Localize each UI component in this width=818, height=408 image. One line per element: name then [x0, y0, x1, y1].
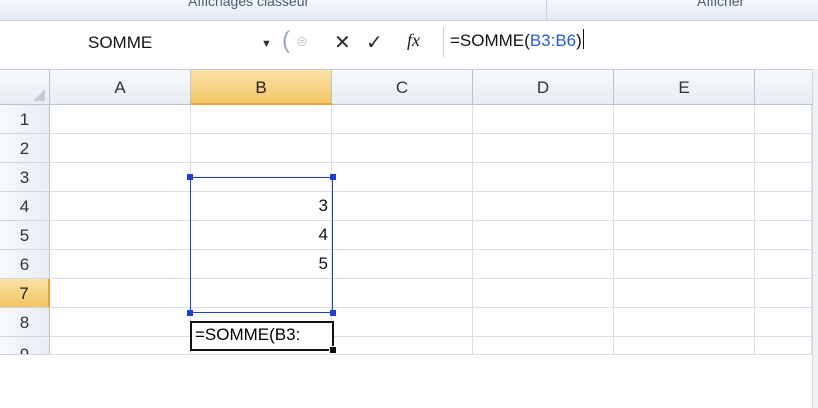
cell-f4[interactable]: [755, 192, 812, 221]
cell-d2[interactable]: [473, 134, 614, 163]
cell-e8[interactable]: [614, 308, 755, 337]
select-all-button[interactable]: [0, 70, 50, 105]
worksheet-grid: A B C D E 1 2 3 4 5 6 7 8 9 3 4 5 =SOMME…: [0, 69, 818, 408]
select-all-icon: [33, 89, 45, 101]
column-header-f[interactable]: [755, 70, 812, 105]
row-header-8[interactable]: 8: [0, 308, 50, 337]
cell-a8[interactable]: [50, 308, 191, 337]
cell-e2[interactable]: [614, 134, 755, 163]
x-icon[interactable]: ✕: [334, 30, 351, 55]
cell-c4[interactable]: [332, 192, 473, 221]
cell-a2[interactable]: [50, 134, 191, 163]
cell-d5[interactable]: [473, 221, 614, 250]
cell-b4[interactable]: 3: [191, 192, 332, 221]
cell-b6[interactable]: 5: [191, 250, 332, 279]
cell-c7[interactable]: [332, 279, 473, 308]
column-header-a[interactable]: A: [50, 70, 191, 105]
range-handle-bottom-left[interactable]: [187, 310, 193, 316]
range-handle-top-left[interactable]: [187, 174, 193, 180]
name-box-value: SOMME: [88, 33, 153, 52]
column-header-b[interactable]: B: [191, 70, 332, 105]
fill-handle[interactable]: [329, 346, 337, 354]
cell-f7[interactable]: [755, 279, 812, 308]
formula-suffix: ): [576, 31, 582, 50]
cell-f5[interactable]: [755, 221, 812, 250]
chevron-down-icon[interactable]: ▼: [261, 38, 272, 50]
range-handle-bottom-right[interactable]: [330, 310, 336, 316]
cell-f8[interactable]: [755, 308, 812, 337]
cell-f9[interactable]: [755, 337, 812, 355]
column-header-d[interactable]: D: [473, 70, 614, 105]
active-cell-content: =SOMME(B3:: [195, 325, 301, 344]
cell-e6[interactable]: [614, 250, 755, 279]
cell-e3[interactable]: [614, 163, 755, 192]
cell-c1[interactable]: [332, 105, 473, 134]
ribbon: Affichages classeur Afficher: [0, 0, 818, 21]
name-box[interactable]: SOMME ▼: [0, 29, 272, 57]
cell-a3[interactable]: [50, 163, 191, 192]
cell-e5[interactable]: [614, 221, 755, 250]
text-caret: [582, 29, 584, 49]
cell-c6[interactable]: [332, 250, 473, 279]
cell-c3[interactable]: [332, 163, 473, 192]
cell-c8[interactable]: [332, 308, 473, 337]
formula-prefix: =SOMME(: [450, 31, 530, 50]
formula-separator: [443, 27, 444, 57]
cell-a1[interactable]: [50, 105, 191, 134]
cell-c5[interactable]: [332, 221, 473, 250]
cell-c2[interactable]: [332, 134, 473, 163]
cell-f6[interactable]: [755, 250, 812, 279]
ribbon-group-workbook-views[interactable]: Affichages classeur: [188, 0, 309, 9]
formula-buttons: ( ⊜ ✕ ✓ fx: [282, 27, 442, 57]
cell-f2[interactable]: [755, 134, 812, 163]
cell-e9[interactable]: [614, 337, 755, 355]
ribbon-separator: [546, 0, 547, 20]
grip-icon[interactable]: ⊜: [296, 33, 308, 50]
formula-input[interactable]: =SOMME(B3:B6): [450, 29, 810, 57]
column-header-e[interactable]: E: [614, 70, 755, 105]
row-header-6[interactable]: 6: [0, 250, 50, 279]
check-icon[interactable]: ✓: [366, 30, 383, 55]
cell-c9[interactable]: [332, 337, 473, 355]
cell-d4[interactable]: [473, 192, 614, 221]
cell-a7[interactable]: [50, 279, 191, 308]
range-handle-top-right[interactable]: [330, 174, 336, 180]
separator-icon: (: [282, 27, 290, 54]
cell-e7[interactable]: [614, 279, 755, 308]
column-header-c[interactable]: C: [332, 70, 473, 105]
cell-a9[interactable]: [50, 337, 191, 355]
cell-d7[interactable]: [473, 279, 614, 308]
row-header-2[interactable]: 2: [0, 134, 50, 163]
cell-a5[interactable]: [50, 221, 191, 250]
insert-function-button[interactable]: fx: [407, 30, 420, 51]
cell-a4[interactable]: [50, 192, 191, 221]
active-cell-b7[interactable]: =SOMME(B3:: [190, 321, 334, 351]
row-header-3[interactable]: 3: [0, 163, 50, 192]
cell-b1[interactable]: [191, 105, 332, 134]
cell-d6[interactable]: [473, 250, 614, 279]
cell-d9[interactable]: [473, 337, 614, 355]
cell-b2[interactable]: [191, 134, 332, 163]
cell-f1[interactable]: [755, 105, 812, 134]
cell-b5[interactable]: 4: [191, 221, 332, 250]
cell-a6[interactable]: [50, 250, 191, 279]
cell-d8[interactable]: [473, 308, 614, 337]
cell-f3[interactable]: [755, 163, 812, 192]
row-header-5[interactable]: 5: [0, 221, 50, 250]
cell-e1[interactable]: [614, 105, 755, 134]
row-header-7[interactable]: 7: [0, 279, 50, 308]
cell-e4[interactable]: [614, 192, 755, 221]
cell-b7[interactable]: [191, 279, 332, 308]
ribbon-group-show[interactable]: Afficher: [697, 0, 744, 9]
row-header-4[interactable]: 4: [0, 192, 50, 221]
cell-d3[interactable]: [473, 163, 614, 192]
row-header-1[interactable]: 1: [0, 105, 50, 134]
vertical-scrollbar-edge[interactable]: [812, 69, 818, 408]
formula-range-ref: B3:B6: [529, 31, 577, 50]
row-header-9[interactable]: 9: [0, 337, 50, 355]
formula-bar: SOMME ▼ ( ⊜ ✕ ✓ fx =SOMME(B3:B6): [0, 21, 818, 69]
column-header-row: A B C D E: [0, 69, 818, 105]
cell-d1[interactable]: [473, 105, 614, 134]
cell-b3[interactable]: [191, 163, 332, 192]
